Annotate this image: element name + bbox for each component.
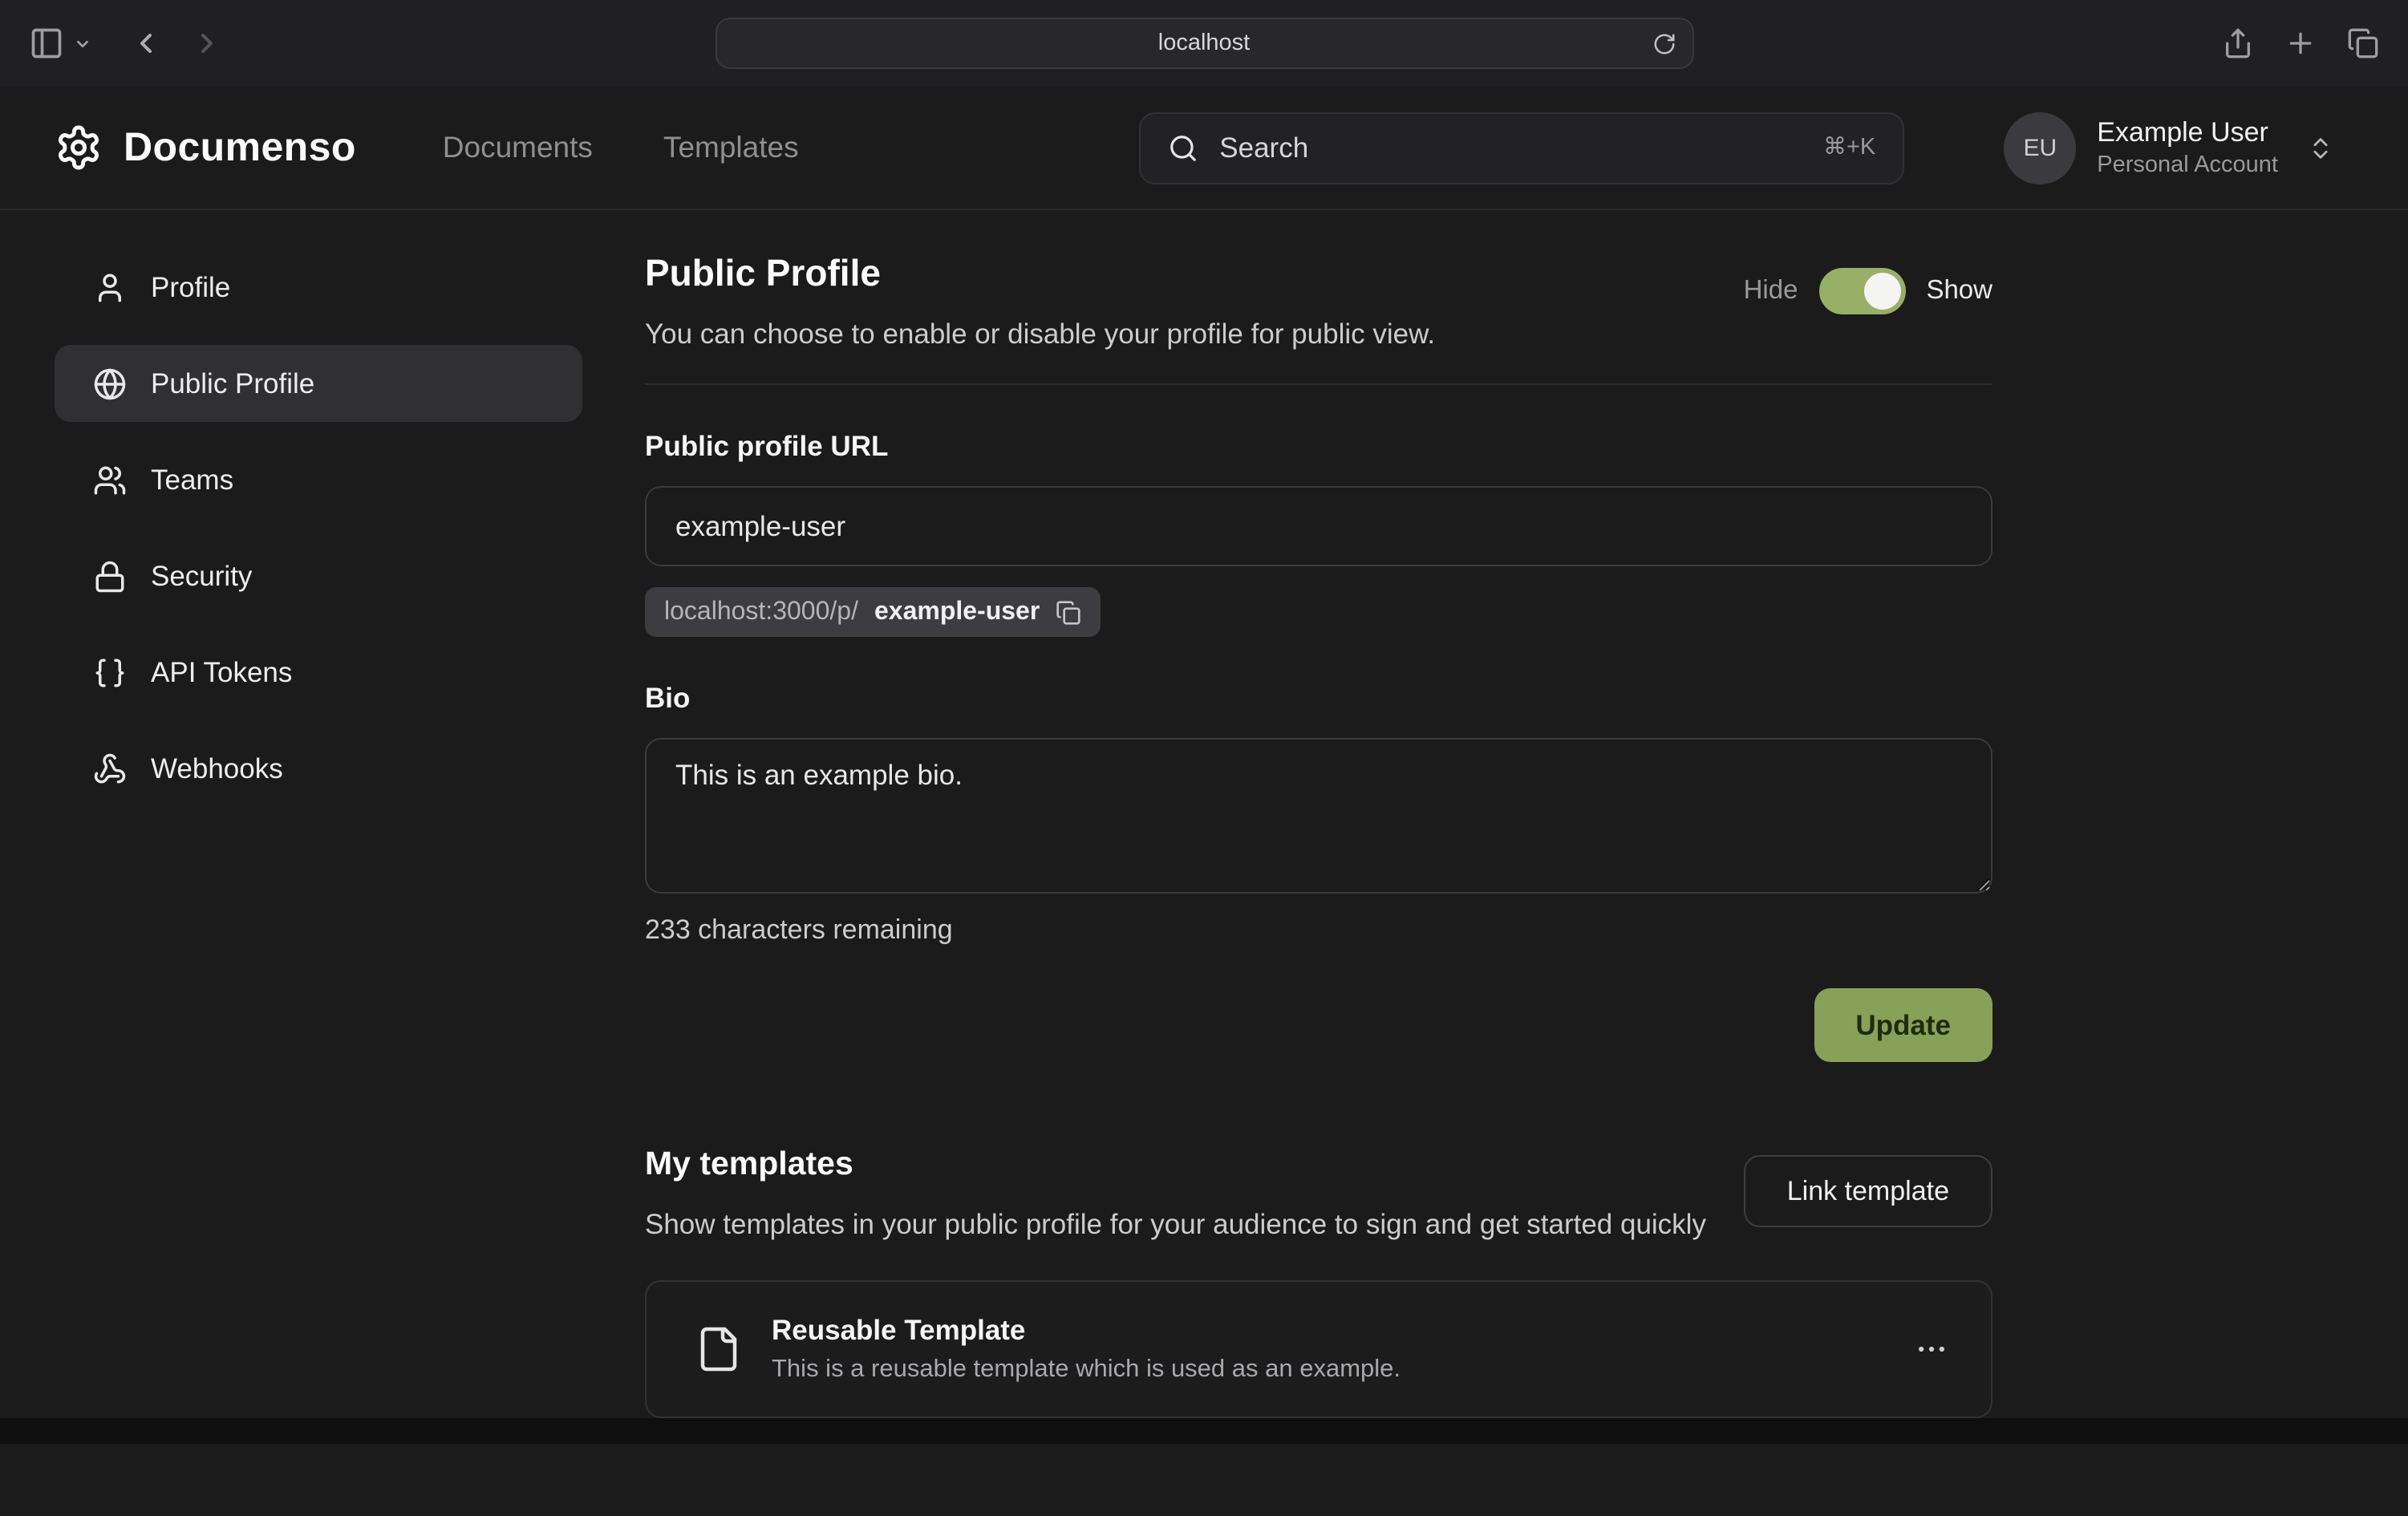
nav-templates[interactable]: Templates <box>663 130 799 165</box>
profile-url-input[interactable] <box>645 486 1992 566</box>
sidebar-item-label: Public Profile <box>151 367 314 400</box>
reload-button[interactable] <box>1652 32 1676 56</box>
characters-remaining: 233 characters remaining <box>645 914 1992 946</box>
sidebar-item-label: Security <box>151 559 252 593</box>
template-description: This is a reusable template which is use… <box>772 1356 1401 1384</box>
documenso-logo-icon <box>55 124 103 172</box>
sidebar-item-label: Webhooks <box>151 752 283 785</box>
profile-url-slug: example-user <box>874 598 1040 626</box>
search-shortcut: ⌘+K <box>1823 135 1875 160</box>
app-body: Profile Public Profile Teams Security AP… <box>0 210 2408 1418</box>
sidebar-item-label: API Tokens <box>151 655 292 689</box>
users-icon <box>93 463 127 497</box>
top-nav: Documents Templates <box>443 130 799 165</box>
show-label: Show <box>1926 276 1992 306</box>
bio-label: Bio <box>645 682 1992 715</box>
sidebar-item-public-profile[interactable]: Public Profile <box>55 345 582 422</box>
sidebar-item-teams[interactable]: Teams <box>55 441 582 518</box>
sidebar-toggle-button[interactable] <box>29 26 64 61</box>
ellipsis-icon <box>1914 1332 1949 1367</box>
profile-visibility-toggle[interactable] <box>1818 268 1905 314</box>
update-button[interactable]: Update <box>1814 988 1992 1062</box>
page-heading: Public Profile You can choose to enable … <box>645 252 1435 351</box>
back-button[interactable] <box>130 27 162 59</box>
template-name: Reusable Template <box>772 1314 1401 1348</box>
share-icon <box>2222 27 2254 59</box>
panel-left-icon <box>29 26 64 61</box>
link-template-button[interactable]: Link template <box>1744 1155 1992 1227</box>
templates-heading: My templates Show templates in your publ… <box>645 1145 1706 1245</box>
template-options-button[interactable] <box>1914 1332 1949 1367</box>
chevron-right-icon <box>191 27 223 59</box>
address-bar[interactable]: localhost <box>715 18 1693 69</box>
share-button[interactable] <box>2222 27 2254 59</box>
user-icon <box>93 270 127 304</box>
account-info: Example User Personal Account <box>2097 115 2278 180</box>
templates-title: My templates <box>645 1145 1706 1184</box>
file-icon <box>695 1325 743 1373</box>
sidebar-item-webhooks[interactable]: Webhooks <box>55 730 582 807</box>
sidebar-item-security[interactable]: Security <box>55 537 582 614</box>
account-type: Personal Account <box>2097 150 2278 180</box>
app-header: Documenso Documents Templates ⌘+K EU Exa… <box>0 87 2408 210</box>
template-card: Reusable Template This is a reusable tem… <box>645 1280 1992 1418</box>
webhook-icon <box>93 752 127 785</box>
search-icon <box>1168 132 1198 163</box>
braces-icon <box>93 655 127 689</box>
chevron-left-icon <box>130 27 162 59</box>
address-bar-url: localhost <box>1158 30 1250 56</box>
divider <box>645 383 1992 385</box>
chevron-down-icon <box>74 34 91 52</box>
account-menu[interactable]: EU Example User Personal Account <box>2004 111 2334 184</box>
lock-icon <box>93 559 127 593</box>
account-name: Example User <box>2097 115 2278 150</box>
sidebar-item-api-tokens[interactable]: API Tokens <box>55 634 582 711</box>
forward-button[interactable] <box>191 27 223 59</box>
template-info: Reusable Template This is a reusable tem… <box>772 1314 1401 1384</box>
globe-icon <box>93 367 127 400</box>
sidebar-item-profile[interactable]: Profile <box>55 249 582 326</box>
visibility-controls: Hide Show <box>1744 268 1992 314</box>
settings-sidebar: Profile Public Profile Teams Security AP… <box>55 249 582 1418</box>
public-profile-settings: Public Profile You can choose to enable … <box>645 249 1992 1418</box>
sidebar-menu-button[interactable] <box>74 34 91 52</box>
reload-icon <box>1652 32 1676 56</box>
page-title: Public Profile <box>645 252 1435 295</box>
toggle-knob <box>1863 273 1900 310</box>
plus-icon <box>2284 27 2317 59</box>
search-input[interactable] <box>1219 131 1802 164</box>
tab-overview-button[interactable] <box>2347 27 2379 59</box>
new-tab-button[interactable] <box>2284 27 2317 59</box>
bio-textarea[interactable]: This is an example bio. <box>645 738 1992 894</box>
browser-window: localhost Documenso Documents <box>0 0 2408 1516</box>
profile-url-prefix: localhost:3000/p/ <box>664 598 858 626</box>
window-bottom-edge <box>0 1418 2408 1444</box>
brand[interactable]: Documenso <box>55 124 356 172</box>
brand-name: Documenso <box>124 124 356 171</box>
sidebar-item-label: Profile <box>151 270 230 304</box>
app-window: Documenso Documents Templates ⌘+K EU Exa… <box>0 87 2408 1490</box>
hide-label: Hide <box>1744 276 1798 306</box>
sidebar-item-label: Teams <box>151 463 233 497</box>
browser-toolbar: localhost <box>0 0 2408 87</box>
chevrons-up-down-icon <box>2307 134 2334 161</box>
copy-icon <box>1056 599 1081 625</box>
copy-profile-url-button[interactable]: localhost:3000/p/example-user <box>645 587 1101 637</box>
profile-url-label: Public profile URL <box>645 430 1992 464</box>
page-subtitle: You can choose to enable or disable your… <box>645 318 1435 351</box>
avatar: EU <box>2004 111 2076 184</box>
nav-documents[interactable]: Documents <box>443 130 593 165</box>
tabs-icon <box>2347 27 2379 59</box>
templates-description: Show templates in your public profile fo… <box>645 1203 1706 1245</box>
search-bar[interactable]: ⌘+K <box>1139 111 1904 184</box>
